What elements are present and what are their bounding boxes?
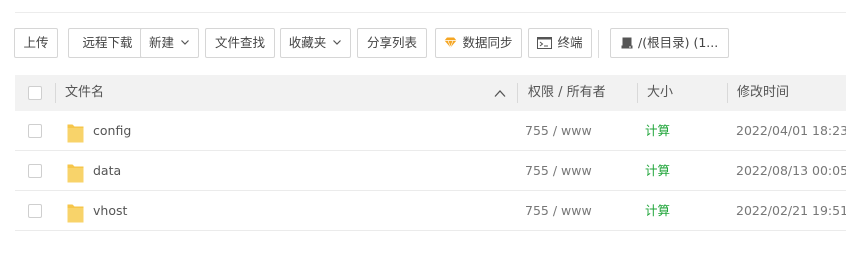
file-mtime: 2022/02/21 19:51:4 (736, 203, 846, 218)
file-perm[interactable]: 755 / www (525, 151, 592, 191)
column-divider (55, 83, 56, 103)
table-row[interactable]: data 755 / www 计算 2022/08/13 00:05:0 (15, 151, 846, 191)
file-perm[interactable]: 755 / www (525, 111, 592, 151)
header-mtime[interactable]: 修改时间 (737, 75, 789, 111)
file-search-label: 文件查找 (214, 35, 265, 50)
data-sync-label: 数据同步 (462, 35, 513, 50)
disk-icon (621, 37, 633, 48)
calc-size-link[interactable]: 计算 (645, 191, 670, 231)
header-size[interactable]: 大小 (647, 75, 673, 111)
remote-download-button[interactable]: 远程下载 (68, 28, 147, 58)
column-divider (727, 83, 728, 103)
toolbar-divider (598, 30, 599, 58)
table-row[interactable]: vhost 755 / www 计算 2022/02/21 19:51:4 (15, 191, 846, 231)
column-divider (517, 83, 518, 103)
table-header: 文件名 权限 / 所有者 大小 修改时间 (15, 75, 846, 111)
header-perm-owner[interactable]: 权限 / 所有者 (528, 75, 606, 111)
new-dropdown-button[interactable]: 新建 (140, 28, 199, 58)
file-name[interactable]: data (93, 151, 121, 191)
path-label: /(根目录) (1... (638, 35, 719, 50)
chevron-down-icon (333, 40, 342, 45)
terminal-label: 终端 (557, 35, 583, 50)
upload-label: 上传 (23, 35, 49, 50)
chevron-up-icon[interactable] (494, 89, 506, 98)
share-list-label: 分享列表 (366, 35, 417, 50)
favorites-label: 收藏夹 (288, 35, 327, 50)
calc-size-link[interactable]: 计算 (645, 111, 670, 151)
remote-download-label: 远程下载 (82, 35, 133, 50)
data-sync-button[interactable]: 数据同步 (435, 28, 522, 58)
row-checkbox[interactable] (28, 204, 42, 218)
upload-button[interactable]: 上传 (14, 28, 58, 58)
file-search-button[interactable]: 文件查找 (205, 28, 275, 58)
column-divider (637, 83, 638, 103)
chevron-down-icon (181, 40, 189, 45)
terminal-button[interactable]: 终端 (528, 28, 592, 58)
favorites-dropdown-button[interactable]: 收藏夹 (280, 28, 351, 58)
table-row[interactable]: config 755 / www 计算 2022/04/01 18:23:2 (15, 111, 846, 151)
folder-icon (67, 124, 84, 143)
gem-icon (444, 37, 457, 48)
file-name[interactable]: config (93, 111, 131, 151)
select-all-checkbox[interactable] (28, 86, 42, 100)
folder-icon (67, 204, 84, 223)
file-mtime: 2022/04/01 18:23:2 (736, 123, 846, 138)
top-divider (15, 12, 846, 13)
file-mtime: 2022/08/13 00:05:0 (736, 163, 846, 178)
file-perm[interactable]: 755 / www (525, 191, 592, 231)
terminal-icon (537, 36, 553, 49)
calc-size-link[interactable]: 计算 (645, 151, 670, 191)
row-checkbox[interactable] (28, 124, 42, 138)
row-checkbox[interactable] (28, 164, 42, 178)
share-list-button[interactable]: 分享列表 (357, 28, 427, 58)
header-name[interactable]: 文件名 (65, 75, 104, 111)
folder-icon (67, 164, 84, 183)
path-button[interactable]: /(根目录) (1... (610, 28, 729, 58)
new-label: 新建 (149, 35, 175, 50)
file-name[interactable]: vhost (93, 191, 127, 231)
